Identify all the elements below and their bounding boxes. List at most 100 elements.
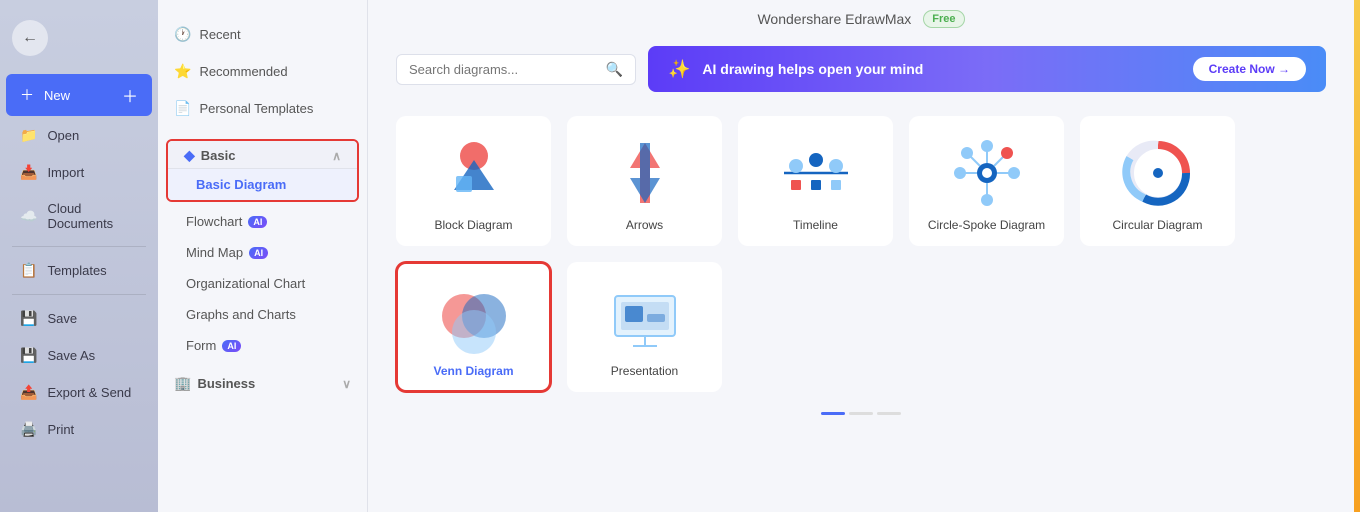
flowchart-ai-badge: AI (248, 216, 267, 228)
search-input[interactable] (409, 62, 598, 77)
sidebar-top: ← (0, 12, 158, 72)
sidebar-divider (12, 246, 146, 247)
circle-spoke-label: Circle-Spoke Diagram (928, 218, 1045, 232)
diagram-card-arrows[interactable]: Arrows (567, 116, 722, 246)
circular-icon (1118, 138, 1198, 208)
mind-map-ai-badge: AI (249, 247, 268, 259)
basic-section-highlight: ◆ Basic ∧ Basic Diagram (166, 139, 359, 202)
saveas-icon: 💾 (20, 347, 37, 364)
presentation-icon (605, 284, 685, 354)
sidebar-item-cloud[interactable]: ☁️ Cloud Documents (6, 192, 152, 240)
form-label: Form (186, 338, 216, 353)
free-badge: Free (923, 10, 964, 28)
nav-graphs-charts[interactable]: Graphs and Charts (158, 299, 367, 330)
business-section-header[interactable]: 🏢 Business ∨ (158, 369, 367, 396)
sidebar-item-templates-label: Templates (47, 263, 106, 278)
new-icon: ＋ (20, 85, 34, 105)
diagram-grid: Block Diagram Arrows (368, 100, 1354, 408)
arrows-icon (605, 138, 685, 208)
sidebar-item-save[interactable]: 💾 Save (6, 301, 152, 336)
circle-spoke-icon (947, 138, 1027, 208)
sidebar-item-save-label: Save (47, 311, 77, 326)
collapse-icon: ∧ (332, 149, 341, 163)
venn-icon (434, 284, 514, 354)
section-divider-2 (158, 361, 367, 369)
main-content: Wondershare EdrawMax Free 🔍 ✨ AI drawing… (368, 0, 1354, 512)
nav-recommended-label: Recommended (199, 64, 287, 79)
open-icon: 📁 (20, 127, 37, 144)
section-divider (158, 127, 367, 135)
scroll-dot-1 (821, 412, 845, 415)
sidebar-item-saveas[interactable]: 💾 Save As (6, 338, 152, 373)
templates-icon: 📋 (20, 262, 37, 279)
sidebar-item-export-label: Export & Send (47, 385, 131, 400)
sidebar: ← ＋ New ＋ 📁 Open 📥 Import ☁️ Cloud Docum… (0, 0, 158, 512)
basic-icon: ◆ (184, 147, 195, 164)
sidebar-divider-2 (12, 294, 146, 295)
sidebar-item-open[interactable]: 📁 Open (6, 118, 152, 153)
business-collapse-icon: ∨ (342, 377, 351, 391)
nav-basic-diagram[interactable]: Basic Diagram (168, 169, 357, 200)
diagram-card-timeline[interactable]: Timeline (738, 116, 893, 246)
basic-section-header[interactable]: ◆ Basic ∧ (168, 141, 357, 169)
add-icon: ＋ (122, 83, 138, 107)
sidebar-item-open-label: Open (47, 128, 79, 143)
personal-templates-icon: 📄 (174, 100, 191, 117)
right-accent (1354, 0, 1360, 512)
venn-label: Venn Diagram (433, 364, 513, 378)
nav-recommended[interactable]: ⭐ Recommended (158, 53, 367, 90)
nav-mind-map[interactable]: Mind Map AI (158, 237, 367, 268)
search-icon: 🔍 (606, 61, 623, 78)
sidebar-item-print[interactable]: 🖨️ Print (6, 412, 152, 447)
mind-map-label: Mind Map (186, 245, 243, 260)
diagram-card-venn[interactable]: Venn Diagram (396, 262, 551, 392)
sidebar-item-cloud-label: Cloud Documents (47, 201, 138, 231)
diagram-card-circular[interactable]: Circular Diagram (1080, 116, 1235, 246)
sidebar-item-import-label: Import (47, 165, 84, 180)
print-icon: 🖨️ (20, 421, 37, 438)
nav-flowchart[interactable]: Flowchart AI (158, 206, 367, 237)
block-diagram-icon (434, 138, 514, 208)
sidebar-item-import[interactable]: 📥 Import (6, 155, 152, 190)
graphs-charts-label: Graphs and Charts (186, 307, 296, 322)
sidebar-item-print-label: Print (47, 422, 74, 437)
timeline-icon (776, 138, 856, 208)
scroll-dot-3 (877, 412, 901, 415)
timeline-label: Timeline (793, 218, 838, 232)
business-label: Business (197, 376, 255, 391)
circular-label: Circular Diagram (1112, 218, 1202, 232)
diagram-card-circle-spoke[interactable]: Circle-Spoke Diagram (909, 116, 1064, 246)
form-ai-badge: AI (222, 340, 241, 352)
sidebar-item-saveas-label: Save As (47, 348, 95, 363)
sidebar-item-new[interactable]: ＋ New ＋ (6, 74, 152, 116)
export-icon: 📤 (20, 384, 37, 401)
header-row: 🔍 ✨ AI drawing helps open your mind Crea… (368, 38, 1354, 100)
basic-diagram-label: Basic Diagram (196, 177, 286, 192)
flowchart-label: Flowchart (186, 214, 242, 229)
nav-recent[interactable]: 🕐 Recent (158, 16, 367, 53)
diagram-card-presentation[interactable]: Presentation (567, 262, 722, 392)
sidebar-item-export[interactable]: 📤 Export & Send (6, 375, 152, 410)
block-diagram-label: Block Diagram (434, 218, 512, 232)
ai-banner-text: AI drawing helps open your mind (702, 61, 1180, 77)
nav-panel: 🕐 Recent ⭐ Recommended 📄 Personal Templa… (158, 0, 368, 512)
nav-org-chart[interactable]: Organizational Chart (158, 268, 367, 299)
scroll-dots (368, 408, 1354, 423)
cloud-icon: ☁️ (20, 208, 37, 225)
import-icon: 📥 (20, 164, 37, 181)
presentation-label: Presentation (611, 364, 678, 378)
back-button[interactable]: ← (12, 20, 48, 56)
nav-personal-templates[interactable]: 📄 Personal Templates (158, 90, 367, 127)
ai-create-now-button[interactable]: Create Now → (1193, 57, 1306, 81)
top-bar: Wondershare EdrawMax Free (368, 0, 1354, 38)
business-icon: 🏢 (174, 375, 191, 392)
save-icon: 💾 (20, 310, 37, 327)
nav-form[interactable]: Form AI (158, 330, 367, 361)
diagram-card-block-diagram[interactable]: Block Diagram (396, 116, 551, 246)
search-bar[interactable]: 🔍 (396, 54, 636, 85)
ai-banner[interactable]: ✨ AI drawing helps open your mind Create… (648, 46, 1326, 92)
app-title: Wondershare EdrawMax (757, 11, 911, 27)
sidebar-item-templates[interactable]: 📋 Templates (6, 253, 152, 288)
ai-banner-icon: ✨ (668, 59, 690, 80)
org-chart-label: Organizational Chart (186, 276, 305, 291)
